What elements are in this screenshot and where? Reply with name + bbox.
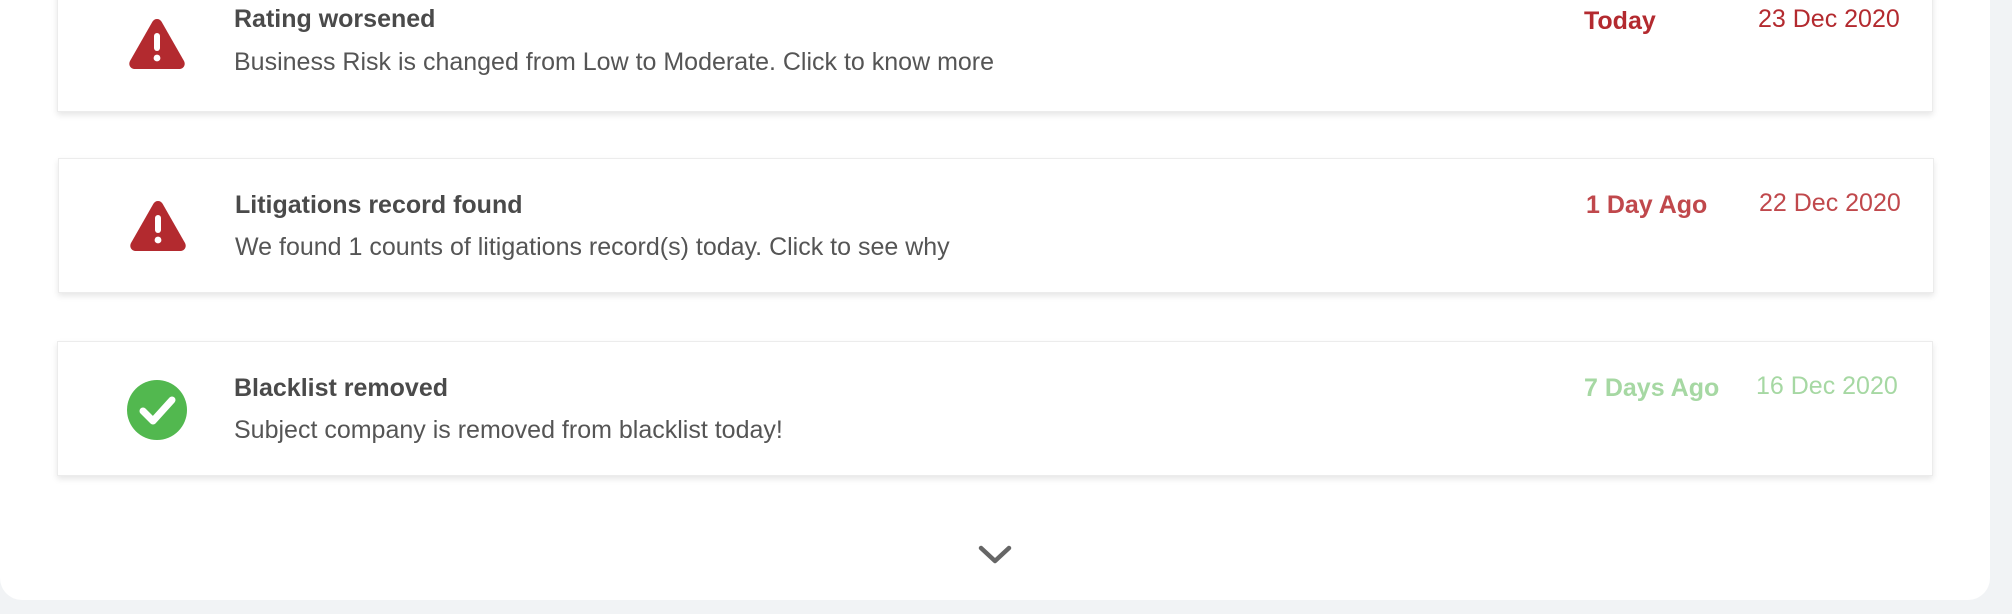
alert-title: Blacklist removed [234, 374, 448, 402]
alert-title: Rating worsened [234, 5, 436, 33]
alert-relative-time: 1 Day Ago [1586, 191, 1708, 219]
alert-relative-time: 7 Days Ago [1584, 374, 1720, 402]
warning-icon [129, 19, 185, 69]
alert-card[interactable]: Litigations record found We found 1 coun… [58, 158, 1934, 293]
alert-description[interactable]: Subject company is removed from blacklis… [234, 416, 783, 445]
alert-description[interactable]: Business Risk is changed from Low to Mod… [234, 48, 994, 77]
alert-date: 23 Dec 2020 [1758, 5, 1900, 33]
warning-icon [130, 201, 186, 251]
alert-card[interactable]: Blacklist removed Subject company is rem… [57, 341, 1933, 476]
alert-date: 16 Dec 2020 [1756, 372, 1898, 400]
alert-description[interactable]: We found 1 counts of litigations record(… [235, 233, 950, 262]
chevron-down-icon[interactable] [978, 544, 1012, 566]
alert-relative-time: Today [1584, 7, 1656, 35]
alert-title: Litigations record found [235, 191, 523, 219]
alert-date: 22 Dec 2020 [1759, 189, 1901, 217]
check-circle-icon [127, 380, 187, 440]
alert-card[interactable]: Rating worsened Business Risk is changed… [57, 0, 1933, 112]
